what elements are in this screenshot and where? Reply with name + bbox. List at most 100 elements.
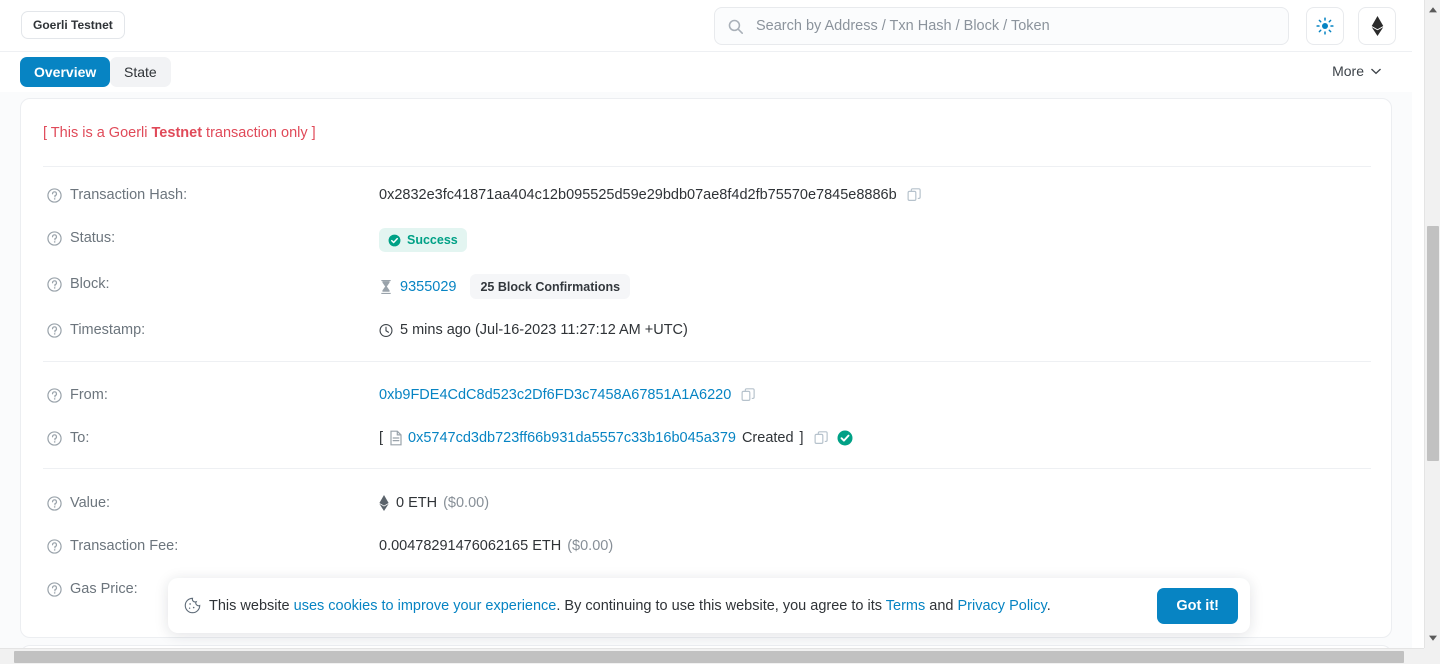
fee-fiat-amount: ($0.00) (567, 538, 614, 554)
label-text: Timestamp: (70, 322, 146, 338)
help-icon[interactable] (47, 430, 62, 446)
clock-icon (379, 323, 393, 337)
vertical-scrollbar-thumb[interactable] (1427, 226, 1439, 461)
help-icon[interactable] (47, 276, 62, 292)
ethereum-icon (1371, 16, 1383, 36)
cookie-link-privacy-policy[interactable]: Privacy Policy (958, 598, 1047, 614)
row-from: From: 0xb9FDE4CdC8d523c2Df6FD3c7458A6785… (21, 387, 1391, 409)
copy-icon[interactable] (814, 430, 829, 446)
label-from: From: (47, 387, 108, 403)
row-timestamp: Timestamp: 5 mins ago (Jul-16-2023 11:27… (21, 322, 1391, 344)
row-transaction-fee: Transaction Fee: 0.00478291476062165 ETH… (21, 538, 1391, 560)
cookie-text-4: . (1046, 597, 1051, 614)
chevron-down-icon (1371, 68, 1381, 74)
horizontal-scrollbar-thumb[interactable] (14, 651, 1404, 663)
cookie-accept-button[interactable]: Got it! (1157, 587, 1238, 624)
help-icon[interactable] (47, 230, 62, 246)
block-number-link[interactable]: 9355029 (400, 279, 456, 295)
horizontal-scrollbar[interactable] (0, 648, 1440, 664)
help-icon[interactable] (47, 538, 62, 554)
chain-selector-button[interactable] (1358, 7, 1396, 45)
value-timestamp: 5 mins ago (Jul-16-2023 11:27:12 AM +UTC… (379, 322, 688, 338)
label-text: From: (70, 387, 108, 403)
help-icon[interactable] (47, 387, 62, 403)
value-eth-amount: 0 ETH (396, 495, 438, 511)
cookie-icon (184, 597, 201, 614)
browser-viewport: Goerli Testnet Search by Address / Txn H… (0, 0, 1440, 664)
timestamp-text: 5 mins ago (Jul-16-2023 11:27:12 AM +UTC… (400, 322, 688, 338)
help-icon[interactable] (47, 495, 62, 511)
value-block: 9355029 25 Block Confirmations (379, 274, 631, 299)
value-fiat-amount: ($0.00) (443, 495, 490, 511)
search-input[interactable] (754, 17, 1276, 35)
scroll-down-arrow-icon[interactable] (1428, 633, 1438, 643)
label-text: Gas Price: (70, 581, 138, 597)
value-amount: 0 ETH ($0.00) (379, 495, 489, 511)
vertical-scrollbar[interactable] (1424, 0, 1440, 648)
value-transaction-hash: 0x2832e3fc41871aa404c12b095525d59e29bdb0… (379, 187, 922, 203)
label-text: Transaction Hash: (70, 187, 188, 203)
sun-icon (1316, 17, 1334, 35)
divider-middle (43, 361, 1371, 362)
cookie-consent-banner: This website uses cookies to improve you… (168, 578, 1250, 633)
label-gas-price: Gas Price: (47, 581, 138, 597)
search-icon (728, 19, 744, 34)
more-dropdown-label: More (1332, 63, 1364, 79)
value-from: 0xb9FDE4CdC8d523c2Df6FD3c7458A67851A1A62… (379, 387, 756, 403)
cookie-text-2: . By continuing to use this website, you… (556, 597, 886, 614)
tab-overview[interactable]: Overview (20, 57, 111, 87)
network-badge-label: Goerli Testnet (33, 18, 113, 32)
label-timestamp: Timestamp: (47, 322, 145, 338)
value-status: Success (379, 228, 467, 252)
bracket-close: ] (799, 430, 804, 446)
value-transaction-fee: 0.00478291476062165 ETH ($0.00) (379, 538, 613, 554)
scroll-up-arrow-icon[interactable] (1428, 5, 1438, 15)
tab-state[interactable]: State (110, 57, 171, 87)
cookie-text-1: This website (209, 597, 294, 614)
label-block: Block: (47, 276, 110, 292)
help-icon[interactable] (47, 581, 62, 597)
cookie-banner-text: This website uses cookies to improve you… (209, 598, 1051, 614)
label-text: Status: (70, 230, 116, 246)
block-confirmations-badge: 25 Block Confirmations (470, 274, 631, 299)
site-header: Goerli Testnet (0, 0, 1412, 52)
cookie-text-3: and (925, 597, 958, 614)
copy-icon[interactable] (907, 187, 922, 203)
label-transaction-fee: Transaction Fee: (47, 538, 178, 554)
cookie-link-cookies[interactable]: uses cookies to improve your experience (294, 598, 557, 614)
status-badge-label: Success (407, 233, 458, 247)
copy-icon[interactable] (741, 387, 756, 403)
row-status: Status: Success (21, 228, 1391, 252)
more-dropdown-button[interactable]: More (1321, 55, 1392, 87)
tab-overview-label: Overview (34, 64, 97, 80)
testnet-notice-suffix: transaction only ] (202, 125, 316, 141)
help-icon[interactable] (47, 322, 62, 338)
label-text: To: (70, 430, 90, 446)
divider-bottom (43, 468, 1371, 469)
tab-state-label: State (124, 64, 157, 80)
testnet-notice: [ This is a Goerli Testnet transaction o… (43, 125, 316, 141)
testnet-notice-bold: Testnet (151, 125, 203, 141)
help-icon[interactable] (47, 187, 62, 203)
label-to: To: (47, 430, 89, 446)
ethereum-icon (379, 495, 389, 511)
status-badge: Success (379, 228, 467, 252)
from-address-link[interactable]: 0xb9FDE4CdC8d523c2Df6FD3c7458A67851A1A62… (379, 387, 731, 403)
to-contract-address-link[interactable]: 0x5747cd3db723ff66b931da5557c33b16b045a3… (408, 430, 736, 446)
theme-toggle-button[interactable] (1306, 7, 1344, 45)
row-block: Block: 9355029 25 Block Confirmations (21, 274, 1391, 299)
search-bar[interactable] (714, 7, 1289, 45)
bracket-open: [ (379, 430, 384, 446)
cookie-link-terms[interactable]: Terms (886, 598, 925, 614)
label-text: Transaction Fee: (70, 538, 179, 554)
row-to: To: [ 0x5747cd3db723ff66b931da5557c33b16… (21, 430, 1391, 452)
contract-document-icon (390, 430, 402, 446)
transaction-hash-text: 0x2832e3fc41871aa404c12b095525d59e29bdb0… (379, 187, 897, 203)
network-badge[interactable]: Goerli Testnet (21, 11, 125, 39)
check-circle-filled-icon (837, 430, 853, 446)
transaction-overview-card: [ This is a Goerli Testnet transaction o… (20, 98, 1392, 638)
hourglass-icon (381, 279, 391, 294)
label-transaction-hash: Transaction Hash: (47, 187, 187, 203)
row-transaction-hash: Transaction Hash: 0x2832e3fc41871aa404c1… (21, 187, 1391, 209)
label-text: Value: (70, 495, 111, 511)
